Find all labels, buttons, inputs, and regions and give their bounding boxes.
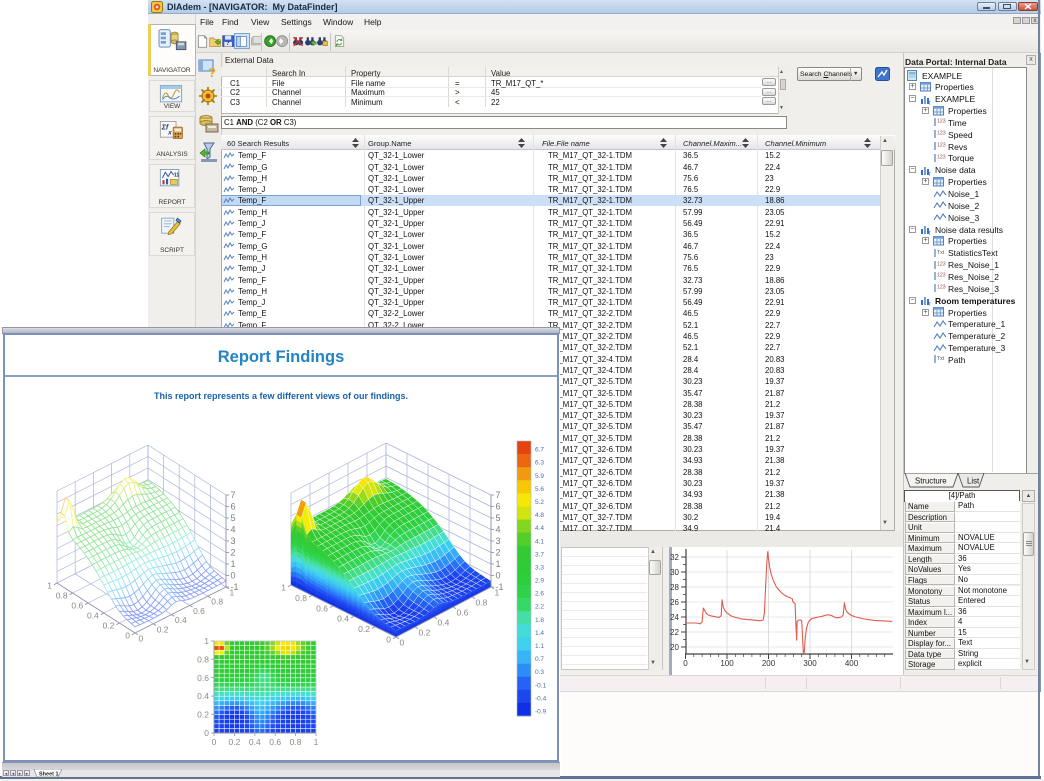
- svg-text:0: 0: [125, 631, 130, 641]
- svg-text:2.2: 2.2: [535, 604, 544, 611]
- svg-text:0.2: 0.2: [358, 624, 370, 634]
- svg-text:6: 6: [231, 502, 236, 512]
- svg-text:0.6: 0.6: [316, 603, 328, 613]
- svg-text:0.2: 0.2: [103, 621, 115, 631]
- svg-text:0.8: 0.8: [211, 597, 223, 607]
- svg-text:0.4: 0.4: [197, 691, 209, 701]
- svg-text:0.8: 0.8: [295, 593, 307, 603]
- svg-text:0.4: 0.4: [438, 618, 450, 628]
- svg-text:7: 7: [231, 490, 236, 500]
- svg-text:0: 0: [386, 635, 391, 645]
- svg-text:0.2: 0.2: [197, 710, 209, 720]
- svg-text:5.9: 5.9: [535, 473, 544, 480]
- svg-text:3: 3: [231, 536, 236, 546]
- svg-text:1.1: 1.1: [535, 643, 544, 650]
- svg-text:0.6: 0.6: [193, 606, 205, 616]
- svg-text:2: 2: [496, 548, 501, 558]
- svg-text:0.8: 0.8: [290, 737, 302, 747]
- svg-text:0: 0: [231, 571, 236, 581]
- svg-text:0.6: 0.6: [457, 608, 469, 618]
- svg-text:0.4: 0.4: [87, 611, 99, 621]
- svg-text:-0.9: -0.9: [535, 709, 547, 716]
- svg-text:0: 0: [496, 571, 501, 581]
- svg-text:0.6: 0.6: [71, 601, 83, 611]
- svg-text:0: 0: [204, 728, 209, 738]
- svg-text:-0.1: -0.1: [535, 682, 547, 689]
- svg-text:6.3: 6.3: [535, 460, 544, 467]
- svg-text:2.9: 2.9: [535, 578, 544, 585]
- svg-text:5: 5: [496, 513, 501, 523]
- svg-text:2: 2: [231, 548, 236, 558]
- svg-text:1: 1: [47, 581, 52, 591]
- svg-text:1: 1: [281, 583, 286, 593]
- svg-text:5: 5: [231, 513, 236, 523]
- svg-text:0.8: 0.8: [56, 591, 68, 601]
- svg-text:0: 0: [400, 638, 405, 648]
- svg-text:4: 4: [231, 525, 236, 535]
- svg-text:5.2: 5.2: [535, 499, 544, 506]
- svg-text:3.3: 3.3: [535, 565, 544, 572]
- svg-text:1.4: 1.4: [535, 630, 544, 637]
- svg-text:6: 6: [496, 502, 501, 512]
- svg-text:1: 1: [314, 737, 319, 747]
- svg-text:4.8: 4.8: [535, 512, 544, 519]
- svg-text:1: 1: [496, 559, 501, 569]
- svg-text:0.8: 0.8: [197, 654, 209, 664]
- svg-text:4: 4: [496, 525, 501, 535]
- svg-text:6.7: 6.7: [535, 447, 544, 454]
- svg-text:4.4: 4.4: [535, 525, 544, 532]
- svg-text:5.6: 5.6: [535, 486, 544, 493]
- svg-text:1: 1: [204, 636, 209, 646]
- svg-text:3.7: 3.7: [535, 551, 544, 558]
- svg-text:1: 1: [231, 559, 236, 569]
- svg-text:0.2: 0.2: [157, 624, 169, 634]
- svg-text:0.7: 0.7: [535, 656, 544, 663]
- svg-text:0.6: 0.6: [269, 737, 281, 747]
- svg-text:0.8: 0.8: [476, 598, 488, 608]
- svg-text:0.2: 0.2: [419, 628, 431, 638]
- svg-text:0.4: 0.4: [337, 614, 349, 624]
- svg-text:4.1: 4.1: [535, 538, 544, 545]
- svg-text:3: 3: [496, 536, 501, 546]
- svg-text:7: 7: [496, 490, 501, 500]
- svg-text:-1: -1: [496, 582, 504, 592]
- svg-text:Sheet 1: Sheet 1: [39, 772, 59, 778]
- svg-text:-0.4: -0.4: [535, 695, 547, 702]
- svg-text:-1: -1: [231, 582, 239, 592]
- svg-text:0: 0: [212, 737, 217, 747]
- svg-text:0: 0: [139, 634, 144, 644]
- svg-text:0.6: 0.6: [197, 673, 209, 683]
- svg-text:1.8: 1.8: [535, 617, 544, 624]
- svg-text:0.4: 0.4: [249, 737, 261, 747]
- svg-text:2.6: 2.6: [535, 591, 544, 598]
- svg-text:0.3: 0.3: [535, 669, 544, 676]
- svg-text:0.4: 0.4: [175, 615, 187, 625]
- svg-text:0.2: 0.2: [228, 737, 240, 747]
